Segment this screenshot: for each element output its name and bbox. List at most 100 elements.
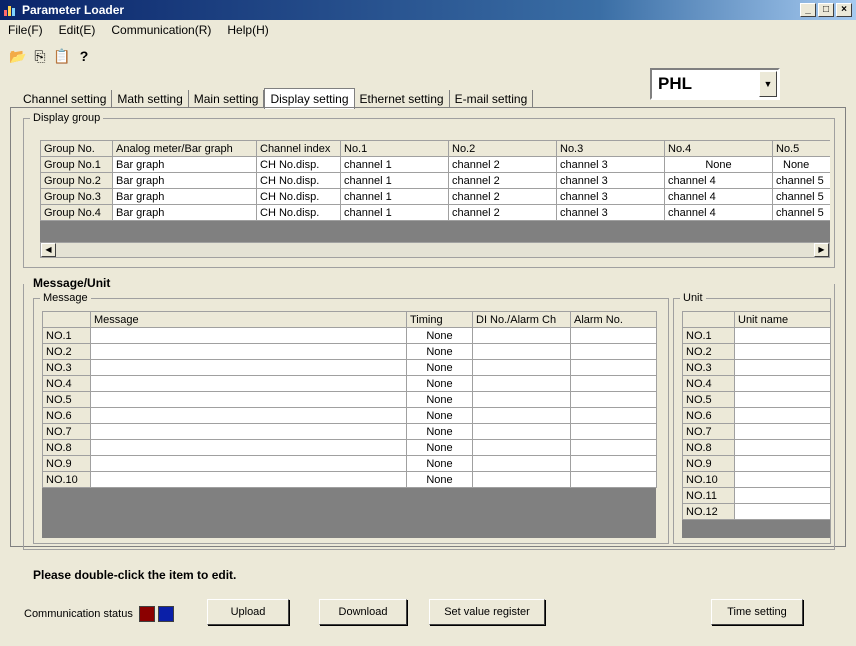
- grid-cell[interactable]: None: [772, 156, 830, 173]
- grid-cell[interactable]: [734, 375, 830, 392]
- grid-cell[interactable]: None: [406, 407, 473, 424]
- grid-cell[interactable]: [734, 343, 830, 360]
- grid-cell[interactable]: channel 2: [448, 156, 557, 173]
- grid-cell[interactable]: [472, 375, 571, 392]
- grid-cell[interactable]: channel 1: [340, 172, 449, 189]
- table-row[interactable]: NO.3 None: [42, 359, 657, 376]
- grid-cell[interactable]: [570, 391, 657, 408]
- table-row[interactable]: Group No.2 Bar graph CH No.disp. channel…: [40, 172, 830, 189]
- grid-cell[interactable]: Bar graph: [112, 188, 257, 205]
- grid-cell[interactable]: [734, 471, 830, 488]
- grid-cell[interactable]: None: [406, 375, 473, 392]
- table-row[interactable]: NO.5: [682, 391, 830, 408]
- minimize-button[interactable]: _: [800, 3, 816, 17]
- grid-cell[interactable]: channel 5: [772, 204, 830, 221]
- table-row[interactable]: NO.10 None: [42, 471, 657, 488]
- table-row[interactable]: NO.12: [682, 503, 830, 520]
- grid-cell[interactable]: channel 2: [448, 172, 557, 189]
- table-row[interactable]: NO.1: [682, 327, 830, 344]
- grid-cell[interactable]: Bar graph: [112, 204, 257, 221]
- grid-cell[interactable]: [90, 327, 407, 344]
- tab-channel-setting[interactable]: Channel setting: [18, 90, 113, 108]
- grid-cell[interactable]: [472, 471, 571, 488]
- grid-cell[interactable]: [472, 327, 571, 344]
- table-row[interactable]: NO.9: [682, 455, 830, 472]
- table-row[interactable]: NO.6 None: [42, 407, 657, 424]
- grid-cell[interactable]: [90, 359, 407, 376]
- grid-cell[interactable]: [472, 359, 571, 376]
- grid-cell[interactable]: channel 5: [772, 172, 830, 189]
- grid-cell[interactable]: None: [406, 455, 473, 472]
- grid-cell[interactable]: [734, 455, 830, 472]
- grid-cell[interactable]: Bar graph: [112, 172, 257, 189]
- grid-cell[interactable]: [734, 359, 830, 376]
- grid-cell[interactable]: [570, 327, 657, 344]
- grid-cell[interactable]: channel 2: [448, 188, 557, 205]
- table-row[interactable]: NO.6: [682, 407, 830, 424]
- grid-cell[interactable]: [472, 407, 571, 424]
- grid-cell[interactable]: Bar graph: [112, 156, 257, 173]
- grid-cell[interactable]: CH No.disp.: [256, 204, 341, 221]
- grid-cell[interactable]: [90, 455, 407, 472]
- table-row[interactable]: NO.7: [682, 423, 830, 440]
- menu-file[interactable]: File(F): [0, 23, 51, 37]
- grid-cell[interactable]: [734, 503, 830, 520]
- download-button[interactable]: Download: [319, 599, 407, 625]
- grid-cell[interactable]: [90, 407, 407, 424]
- grid-cell[interactable]: [90, 439, 407, 456]
- grid-cell[interactable]: [90, 375, 407, 392]
- table-row[interactable]: NO.2: [682, 343, 830, 360]
- table-row[interactable]: NO.9 None: [42, 455, 657, 472]
- grid-cell[interactable]: channel 4: [664, 172, 773, 189]
- grid-cell[interactable]: [90, 423, 407, 440]
- table-row[interactable]: NO.7 None: [42, 423, 657, 440]
- upload-button[interactable]: Upload: [207, 599, 289, 625]
- table-row[interactable]: NO.8 None: [42, 439, 657, 456]
- grid-cell[interactable]: [570, 407, 657, 424]
- table-row[interactable]: Group No.1 Bar graph CH No.disp. channel…: [40, 156, 830, 173]
- time-setting-button[interactable]: Time setting: [711, 599, 803, 625]
- grid-cell[interactable]: CH No.disp.: [256, 156, 341, 173]
- grid-cell[interactable]: channel 3: [556, 188, 665, 205]
- chevron-down-icon[interactable]: ▼: [759, 71, 777, 97]
- grid-cell[interactable]: [570, 359, 657, 376]
- grid-cell[interactable]: channel 1: [340, 156, 449, 173]
- maximize-button[interactable]: □: [818, 3, 834, 17]
- grid-cell[interactable]: channel 4: [664, 188, 773, 205]
- scroll-right-icon[interactable]: ▶: [814, 243, 829, 257]
- grid-cell[interactable]: None: [664, 156, 773, 173]
- set-value-register-button[interactable]: Set value register: [429, 599, 545, 625]
- table-row[interactable]: NO.5 None: [42, 391, 657, 408]
- grid-cell[interactable]: [90, 343, 407, 360]
- table-row[interactable]: NO.11: [682, 487, 830, 504]
- table-row[interactable]: NO.3: [682, 359, 830, 376]
- grid-cell[interactable]: CH No.disp.: [256, 188, 341, 205]
- tab-email-setting[interactable]: E-mail setting: [450, 90, 534, 108]
- grid-cell[interactable]: channel 1: [340, 204, 449, 221]
- grid-cell[interactable]: [570, 439, 657, 456]
- grid-cell[interactable]: [734, 487, 830, 504]
- menu-help[interactable]: Help(H): [219, 23, 276, 37]
- tab-ethernet-setting[interactable]: Ethernet setting: [355, 90, 450, 108]
- grid-cell[interactable]: [472, 343, 571, 360]
- grid-cell[interactable]: channel 4: [664, 204, 773, 221]
- grid-cell[interactable]: [734, 407, 830, 424]
- close-button[interactable]: ×: [836, 3, 852, 17]
- grid-cell[interactable]: channel 5: [772, 188, 830, 205]
- table-row[interactable]: NO.10: [682, 471, 830, 488]
- table-row[interactable]: NO.8: [682, 439, 830, 456]
- table-row[interactable]: Group No.4 Bar graph CH No.disp. channel…: [40, 204, 830, 221]
- grid-cell[interactable]: [570, 455, 657, 472]
- open-folder-icon[interactable]: 📂: [9, 48, 26, 64]
- tab-math-setting[interactable]: Math setting: [112, 90, 189, 108]
- grid-cell[interactable]: [90, 391, 407, 408]
- table-row[interactable]: NO.4 None: [42, 375, 657, 392]
- grid-cell[interactable]: [734, 423, 830, 440]
- grid-cell[interactable]: [734, 327, 830, 344]
- menu-communication[interactable]: Communication(R): [103, 23, 219, 37]
- grid-cell[interactable]: [570, 423, 657, 440]
- grid-cell[interactable]: [90, 471, 407, 488]
- grid-cell[interactable]: [472, 455, 571, 472]
- grid-cell[interactable]: channel 2: [448, 204, 557, 221]
- grid-cell[interactable]: [472, 391, 571, 408]
